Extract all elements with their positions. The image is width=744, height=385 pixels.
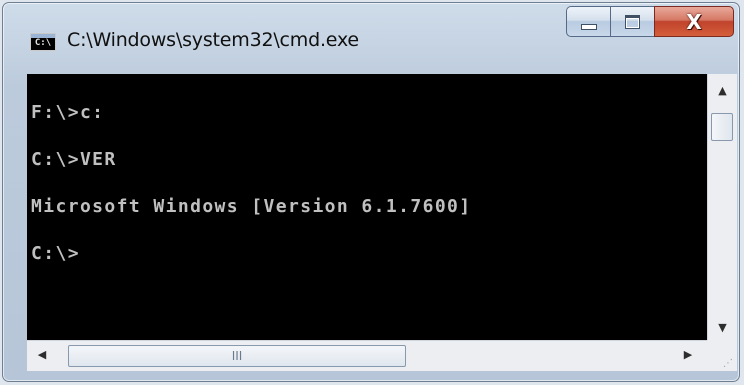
close-button[interactable]: X xyxy=(654,6,734,37)
console-output[interactable]: F:\>c: C:\>VER Microsoft Windows [Versio… xyxy=(27,74,707,340)
cmd-window: C:\ C:\Windows\system32\cmd.exe X F:\>c:… xyxy=(2,2,740,382)
scroll-right-arrow-icon[interactable]: ▶ xyxy=(681,348,695,361)
console-line: C:\>VER xyxy=(31,149,117,170)
scroll-down-arrow-icon[interactable]: ▼ xyxy=(708,321,737,334)
maximize-button[interactable] xyxy=(610,6,654,37)
window-title: C:\Windows\system32\cmd.exe xyxy=(67,29,359,51)
scroll-left-arrow-icon[interactable]: ◀ xyxy=(35,348,49,361)
icon-bar xyxy=(31,34,55,38)
close-icon: X xyxy=(686,9,702,34)
vertical-scrollbar[interactable]: ▲ ▼ xyxy=(707,74,737,340)
caption-buttons: X xyxy=(566,6,734,37)
size-grip-corner[interactable]: ⋰ xyxy=(707,340,737,371)
console-line: C:\> xyxy=(31,243,80,264)
console-app-icon[interactable]: C:\ xyxy=(30,33,56,51)
horizontal-scroll-thumb[interactable]: III xyxy=(68,345,406,367)
title-bar[interactable]: C:\ C:\Windows\system32\cmd.exe X xyxy=(3,3,739,73)
minimize-button[interactable] xyxy=(566,6,610,37)
size-grip-icon: ⋰ xyxy=(723,358,733,369)
maximize-icon xyxy=(625,14,640,29)
thumb-grip: III xyxy=(231,349,243,363)
vertical-scroll-thumb[interactable] xyxy=(711,113,733,141)
console-line: F:\>c: xyxy=(31,102,105,123)
console-line: Microsoft Windows [Version 6.1.7600] xyxy=(31,196,472,217)
horizontal-scrollbar[interactable]: ◀ III ▶ xyxy=(27,340,707,371)
scroll-up-arrow-icon[interactable]: ▲ xyxy=(708,84,737,97)
minimize-icon xyxy=(580,23,597,30)
icon-label: C:\ xyxy=(34,38,52,48)
